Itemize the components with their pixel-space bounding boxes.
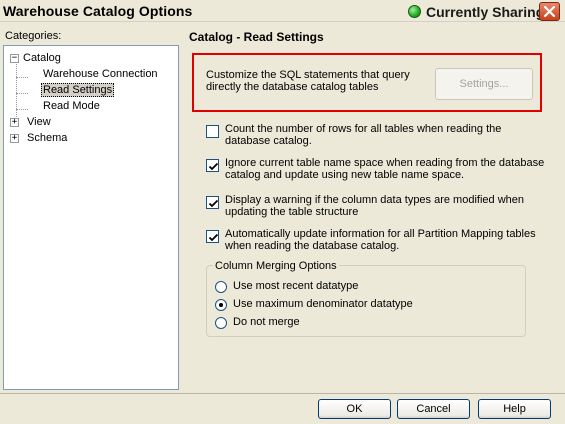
tree-item-label: Read Mode [43,100,100,112]
tree-item-read-settings[interactable]: Read Settings [41,83,115,97]
sharing-status: Currently Sharing [408,3,544,20]
cancel-button[interactable]: Cancel [397,399,470,419]
category-tree[interactable]: − Catalog Warehouse Connection Read Sett… [3,45,179,390]
checkbox-label: Ignore current table name space when rea… [225,157,545,181]
tree-item-warehouse-connection[interactable]: Warehouse Connection [43,67,158,81]
help-button[interactable]: Help [478,399,551,419]
title-bar: Warehouse Catalog Options Currently Shar… [0,0,565,22]
radio-button[interactable] [215,281,227,293]
radio-button[interactable] [215,299,227,311]
radio-selected-dot [219,303,223,307]
tree-item-label: Warehouse Connection [43,68,158,80]
radio-label: Use most recent datatype [233,280,359,292]
checkmark-icon [208,233,219,242]
status-dot-icon [408,5,421,18]
close-button[interactable] [539,2,560,21]
expand-icon[interactable]: + [10,134,19,143]
tree-item-label: Catalog [23,52,61,64]
checkbox-label: Automatically update information for all… [225,228,536,252]
column-merging-title: Column Merging Options [213,260,339,272]
radio-button[interactable] [215,317,227,329]
dialog-window: Warehouse Catalog Options Currently Shar… [0,0,565,424]
sql-description: Customize the SQL statements that query … [206,69,410,93]
tree-connector [16,109,28,110]
categories-label: Categories: [5,30,62,42]
tree-item-label: Read Settings [41,83,115,97]
ignore-namespace-checkbox[interactable] [206,159,219,172]
close-icon [543,5,556,18]
sharing-status-label: Currently Sharing [426,3,545,20]
radio-label: Use maximum denominator datatype [233,298,413,310]
tree-item-label: Schema [27,132,68,144]
section-title: Catalog - Read Settings [189,30,324,44]
tree-connector [16,93,28,94]
ok-button[interactable]: OK [318,399,391,419]
collapse-icon[interactable]: − [10,54,19,63]
checkmark-icon [208,162,219,171]
window-title: Warehouse Catalog Options [3,3,193,19]
radio-label: Do not merge [233,316,300,328]
display-warning-checkbox[interactable] [206,196,219,209]
checkbox-label: Display a warning if the column data typ… [225,194,524,218]
tree-connector [16,77,28,78]
checkbox-label: Count the number of rows for all tables … [225,123,502,147]
expand-icon[interactable]: + [10,118,19,127]
tree-item-read-mode[interactable]: Read Mode [43,99,100,113]
count-rows-checkbox[interactable] [206,125,219,138]
settings-button[interactable]: Settings... [435,68,533,100]
checkmark-icon [208,199,219,208]
auto-update-checkbox[interactable] [206,230,219,243]
divider [0,393,565,394]
tree-item-label: View [27,116,51,128]
